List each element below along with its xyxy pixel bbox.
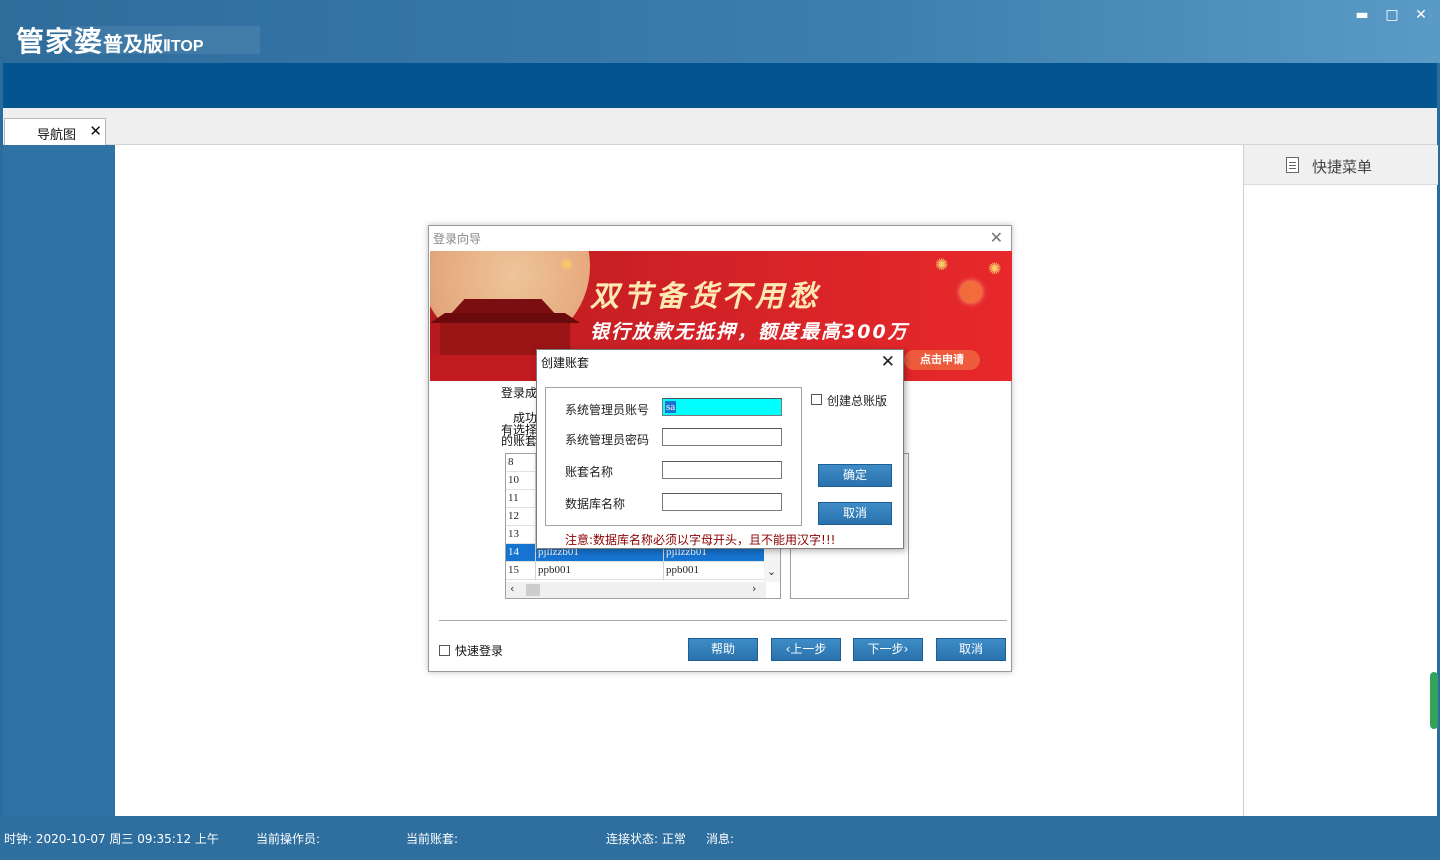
- tab-navigation-map[interactable]: 导航图 ✕: [4, 118, 106, 145]
- scroll-left-icon[interactable]: ‹: [510, 582, 514, 595]
- logo-suffix: ⅡTOP: [163, 38, 204, 55]
- status-bar: 时钟: 2020-10-07 周三 09:35:12 上午 当前操作员: 当前账…: [0, 816, 1440, 860]
- logo-edition: 普及版: [103, 32, 164, 56]
- column-divider: [663, 562, 664, 580]
- prev-step-button[interactable]: ‹上一步: [771, 638, 841, 661]
- db-name-note: 注意:数据库名称必须以字母开头，且不能用汉字!!!: [565, 533, 836, 547]
- column-divider: [535, 562, 536, 580]
- wizard-close-icon[interactable]: ✕: [990, 228, 1003, 247]
- wizard-title: 登录向导: [433, 232, 482, 246]
- left-navigation-panel: [3, 145, 115, 816]
- banner-subline: 银行放款无抵押，额度最高300万: [590, 321, 909, 343]
- status-account-set: 当前账套:: [406, 832, 459, 846]
- minimize-button[interactable]: ▬: [1351, 6, 1373, 24]
- gate-eave-graphic: [430, 313, 580, 323]
- create-account-close-icon[interactable]: ✕: [881, 352, 895, 372]
- row-number: 13: [508, 528, 519, 540]
- create-account-dialog: 创建账套 ✕ 系统管理员账号 sa 系统管理员密码 账套名称 数据库名称 创建总…: [536, 349, 904, 549]
- firework-icon: ✺: [560, 255, 574, 274]
- wizard-divider: [439, 620, 1007, 621]
- row-number: 14: [508, 546, 519, 558]
- set-name-label: 账套名称: [565, 465, 614, 479]
- create-ledger-checkbox[interactable]: [811, 394, 822, 405]
- wizard-status-text: 登录成: [501, 386, 538, 400]
- row-number: 8: [508, 456, 514, 468]
- scroll-down-icon[interactable]: ⌄: [767, 565, 776, 578]
- firework-icon: ✺: [988, 259, 1002, 278]
- quick-menu-panel: 快捷菜单: [1243, 145, 1438, 816]
- banner-headline: 双节备货不用愁: [590, 279, 822, 313]
- firework-icon: ✺: [935, 255, 949, 274]
- create-ledger-label: 创建总账版: [827, 394, 888, 408]
- quick-menu-header[interactable]: 快捷菜单: [1244, 145, 1438, 185]
- db-name-label: 数据库名称: [565, 497, 626, 511]
- status-message: 消息:: [706, 832, 735, 846]
- quick-login-checkbox[interactable]: [439, 645, 450, 656]
- quick-menu-label: 快捷菜单: [1312, 158, 1373, 176]
- admin-account-label: 系统管理员账号: [565, 403, 650, 417]
- row-number: 15: [508, 564, 519, 576]
- status-clock: 时钟: 2020-10-07 周三 09:35:12 上午: [4, 832, 219, 846]
- scroll-right-icon[interactable]: ›: [752, 582, 756, 595]
- admin-password-label: 系统管理员密码: [565, 433, 650, 447]
- maximize-button[interactable]: □: [1381, 6, 1403, 24]
- create-account-title: 创建账套: [541, 356, 590, 370]
- admin-password-field[interactable]: [662, 428, 782, 446]
- status-operator: 当前操作员:: [256, 832, 321, 846]
- tab-close-icon[interactable]: ✕: [89, 122, 102, 140]
- table-row[interactable]: 15 ppb001 ppb001: [506, 562, 766, 580]
- create-cancel-button[interactable]: 取消: [818, 502, 892, 525]
- logo-main: 管家婆: [16, 25, 104, 58]
- admin-account-value: sa: [665, 401, 677, 413]
- side-scroll-thumb[interactable]: [1430, 672, 1438, 729]
- help-button[interactable]: 帮助: [688, 638, 758, 661]
- quick-login-label: 快速登录: [455, 644, 504, 658]
- account-name-cell: ppb001: [538, 564, 571, 576]
- title-bar: 管家婆普及版ⅡTOP ▬ □ ✕: [0, 0, 1440, 63]
- ok-button[interactable]: 确定: [818, 464, 892, 487]
- row-number: 12: [508, 510, 519, 522]
- status-connection: 连接状态: 正常: [606, 832, 686, 846]
- set-name-field[interactable]: [662, 461, 782, 479]
- scroll-thumb[interactable]: [526, 584, 540, 596]
- lantern-graphic: [960, 281, 982, 303]
- tab-strip: 导航图 ✕: [0, 108, 1440, 145]
- row-number: 10: [508, 474, 519, 486]
- document-icon: [1286, 157, 1299, 173]
- close-window-button[interactable]: ✕: [1410, 6, 1432, 24]
- wizard-status-text: 的账套: [501, 434, 538, 448]
- row-number: 11: [508, 492, 519, 504]
- wizard-cancel-button[interactable]: 取消: [936, 638, 1006, 661]
- database-name-cell: ppb001: [666, 564, 699, 576]
- next-step-button[interactable]: 下一步›: [853, 638, 923, 661]
- app-logo: 管家婆普及版ⅡTOP: [16, 20, 204, 60]
- list-horizontal-scrollbar[interactable]: ‹ ›: [506, 582, 766, 598]
- account-fields-group: 系统管理员账号 sa 系统管理员密码 账套名称 数据库名称: [545, 387, 802, 526]
- admin-account-field[interactable]: sa: [662, 398, 782, 416]
- menu-bar: [0, 63, 1440, 108]
- apply-button[interactable]: 点击申请: [904, 350, 980, 370]
- db-name-field[interactable]: [662, 493, 782, 511]
- tab-label: 导航图: [37, 128, 77, 143]
